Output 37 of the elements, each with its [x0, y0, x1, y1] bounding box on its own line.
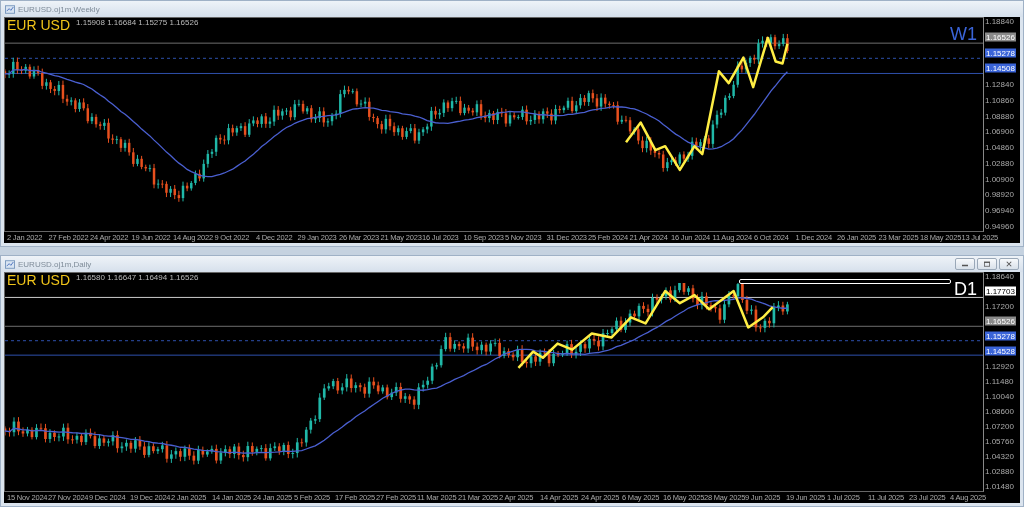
price-tick: 1.12920 [985, 361, 1014, 371]
price-marker: 1.16526 [985, 32, 1016, 42]
price-marker: 1.17703 [985, 286, 1016, 296]
timeframe-label: W1 [950, 24, 977, 44]
price-tick: 1.11480 [985, 376, 1014, 386]
price-tick: 0.96940 [985, 205, 1014, 215]
price-tick: 1.08600 [985, 406, 1014, 416]
price-tick: 1.06900 [985, 126, 1014, 136]
price-tick: 1.10860 [985, 95, 1014, 105]
price-tick: 1.18840 [985, 16, 1014, 26]
price-tick: 1.00900 [985, 174, 1014, 184]
price-tick: 1.08880 [985, 111, 1014, 121]
price-tick: 1.02880 [985, 466, 1014, 476]
ohlc-values: 1.15908 1.16684 1.15275 1.16526 [76, 18, 199, 27]
price-tick: 1.18640 [985, 271, 1014, 281]
price-marker: 1.14508 [985, 63, 1016, 73]
timeframe-label: D1 [954, 279, 977, 299]
price-tick: 0.98920 [985, 189, 1014, 199]
price-marker: 1.16526 [985, 316, 1016, 326]
price-tick: 1.05760 [985, 436, 1014, 446]
price-tick: 1.12840 [985, 79, 1014, 89]
price-tick: 1.17200 [985, 301, 1014, 311]
price-tick: 1.04320 [985, 451, 1014, 461]
price-marker: 1.15278 [985, 48, 1016, 58]
price-marker: 1.14528 [985, 346, 1016, 356]
price-tick: 1.07200 [985, 421, 1014, 431]
price-marker: 1.15278 [985, 331, 1016, 341]
symbol-label: EUR USD [7, 18, 70, 33]
window-title: EURUSD.oj1m,Weekly [18, 4, 100, 14]
window-title: EURUSD.oj1m,Daily [18, 259, 92, 269]
price-tick: 1.04860 [985, 142, 1014, 152]
price-tick: 0.94960 [985, 221, 1014, 231]
ohlc-values: 1.16580 1.16647 1.16494 1.16526 [76, 273, 199, 282]
price-tick: 1.10040 [985, 391, 1014, 401]
price-tick: 1.01480 [985, 481, 1014, 491]
symbol-label: EUR USD [7, 273, 70, 288]
price-tick: 1.02880 [985, 158, 1014, 168]
